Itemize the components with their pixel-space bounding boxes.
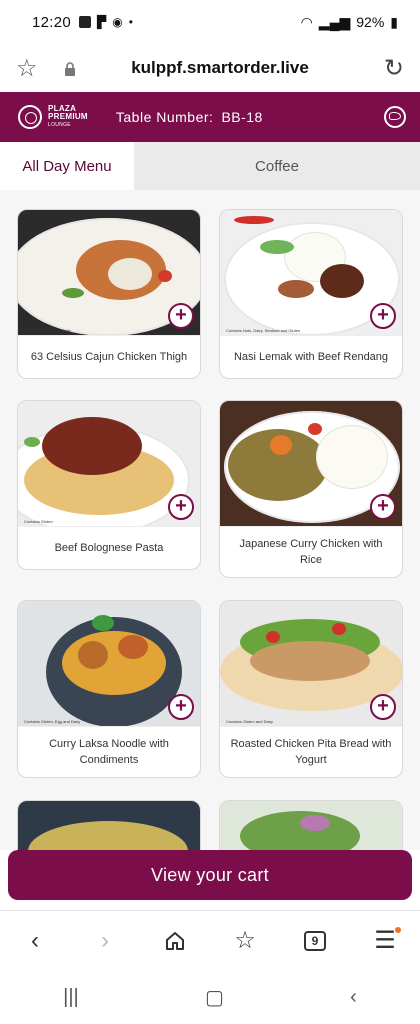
- plaza-premium-logo: PLAZA PREMIUM LOUNGE: [18, 105, 88, 129]
- logo-line-3: LOUNGE: [48, 122, 71, 128]
- signal-icon: ▂▄▆: [318, 13, 351, 30]
- menu-item-image: Contains Gluten +: [18, 401, 200, 527]
- app-header: PLAZA PREMIUM LOUNGE Table Number: BB-18: [0, 92, 420, 142]
- logo-line-2: PREMIUM: [48, 112, 88, 121]
- lock-icon[interactable]: [64, 62, 76, 76]
- wifi-icon: ◠: [300, 13, 313, 30]
- allergen-note: Contains Gluten: [24, 519, 53, 524]
- language-globe-icon[interactable]: [384, 106, 406, 128]
- menu-item-image: Contains Gluten and Dairy +: [220, 601, 402, 727]
- bookmarks-icon[interactable]: ☆: [225, 921, 265, 961]
- menu-item-image: [220, 801, 402, 850]
- forward-icon[interactable]: ›: [85, 921, 125, 961]
- menu-item-card[interactable]: Contains Gluten and Dairy + Roasted Chic…: [219, 600, 403, 778]
- menu-item-card[interactable]: [17, 800, 201, 850]
- menu-item-image: Contains Nuts, Dairy, Seafood and Gluten…: [220, 210, 402, 336]
- add-to-cart-button[interactable]: +: [168, 694, 194, 720]
- sync-icon: ◉: [112, 15, 123, 29]
- system-nav-bar: ||| ▢ ‹: [0, 970, 420, 1024]
- reload-icon[interactable]: ↻: [374, 54, 404, 83]
- menu-item-image: Contains Gluten +: [220, 401, 402, 527]
- bookmark-star-icon[interactable]: ☆: [16, 54, 52, 83]
- system-back-icon[interactable]: ‹: [350, 986, 357, 1009]
- menu-item-card[interactable]: Contains Gluten, Egg and Dairy + Curry L…: [17, 600, 201, 778]
- battery-icon: ▮: [390, 13, 398, 30]
- gallery-icon: [79, 16, 92, 28]
- add-to-cart-button[interactable]: +: [168, 303, 194, 329]
- browser-toolbar: ‹ › ☆ 9 ☰: [0, 910, 420, 970]
- menu-item-card[interactable]: [219, 800, 403, 850]
- app-notification-icon: ▛: [97, 15, 107, 29]
- add-to-cart-button[interactable]: +: [370, 303, 396, 329]
- allergen-note: Contains Gluten and Dairy: [24, 328, 71, 333]
- notification-icons: ▛ ◉ •: [79, 15, 133, 29]
- allergen-note: Contains Gluten, Egg and Dairy: [24, 719, 81, 724]
- allergen-note: Contains Nuts, Dairy, Seafood and Gluten: [226, 328, 301, 333]
- tabs-button[interactable]: 9: [295, 921, 335, 961]
- table-number-value: BB-18: [221, 109, 263, 125]
- menu-item-card[interactable]: Contains Gluten + Beef Bolognese Pasta: [17, 400, 201, 570]
- tab-count: 9: [304, 930, 326, 951]
- menu-grid: Contains Gluten and Dairy + 63 Celsius C…: [0, 190, 420, 850]
- menu-item-name: Roasted Chicken Pita Bread with Yogurt: [230, 738, 392, 766]
- browser-url-bar: ☆ kulppf.smartorder.live ↻: [0, 44, 420, 92]
- menu-item-image: Contains Gluten and Dairy +: [18, 210, 200, 336]
- allergen-note: Contains Gluten: [226, 519, 255, 524]
- notification-dot: [395, 926, 401, 933]
- recent-apps-icon[interactable]: |||: [63, 986, 79, 1009]
- menu-item-card[interactable]: Contains Nuts, Dairy, Seafood and Gluten…: [219, 209, 403, 379]
- menu-item-card[interactable]: Contains Gluten and Dairy + 63 Celsius C…: [17, 209, 201, 379]
- more-dot-icon: •: [128, 15, 133, 29]
- home-button-icon[interactable]: ▢: [205, 985, 224, 1010]
- tab-coffee[interactable]: Coffee: [134, 142, 420, 190]
- menu-tabs: All Day Menu Coffee: [0, 142, 420, 190]
- status-bar: 12:20 ▛ ◉ • ◠ ▂▄▆ 92% ▮: [0, 0, 420, 44]
- add-to-cart-button[interactable]: +: [370, 694, 396, 720]
- home-icon[interactable]: [155, 921, 195, 961]
- menu-item-image: [18, 801, 200, 850]
- table-number-label: Table Number:: [115, 109, 214, 125]
- battery-percent: 92%: [356, 14, 385, 30]
- view-cart-button[interactable]: View your cart: [8, 850, 412, 900]
- menu-item-image: Contains Gluten, Egg and Dairy +: [18, 601, 200, 727]
- menu-item-name: Nasi Lemak with Beef Rendang: [233, 351, 389, 363]
- menu-item-name: 63 Celsius Cajun Chicken Thigh: [30, 351, 188, 363]
- menu-icon[interactable]: ☰: [365, 921, 405, 961]
- menu-item-name: Curry Laksa Noodle with Condiments: [49, 738, 169, 766]
- allergen-note: Contains Gluten and Dairy: [226, 719, 273, 724]
- url-text[interactable]: kulppf.smartorder.live: [66, 58, 374, 78]
- add-to-cart-button[interactable]: +: [370, 494, 396, 520]
- add-to-cart-button[interactable]: +: [168, 494, 194, 520]
- table-number: Table Number: BB-18: [116, 109, 263, 125]
- back-icon[interactable]: ‹: [15, 921, 55, 961]
- menu-item-name: Beef Bolognese Pasta: [54, 542, 164, 554]
- menu-item-name: Japanese Curry Chicken with Rice: [239, 538, 383, 566]
- menu-item-card[interactable]: Contains Gluten + Japanese Curry Chicken…: [219, 400, 403, 578]
- logo-mark-icon: [18, 105, 42, 129]
- status-time: 12:20: [32, 13, 72, 31]
- tab-all-day-menu[interactable]: All Day Menu: [0, 142, 134, 190]
